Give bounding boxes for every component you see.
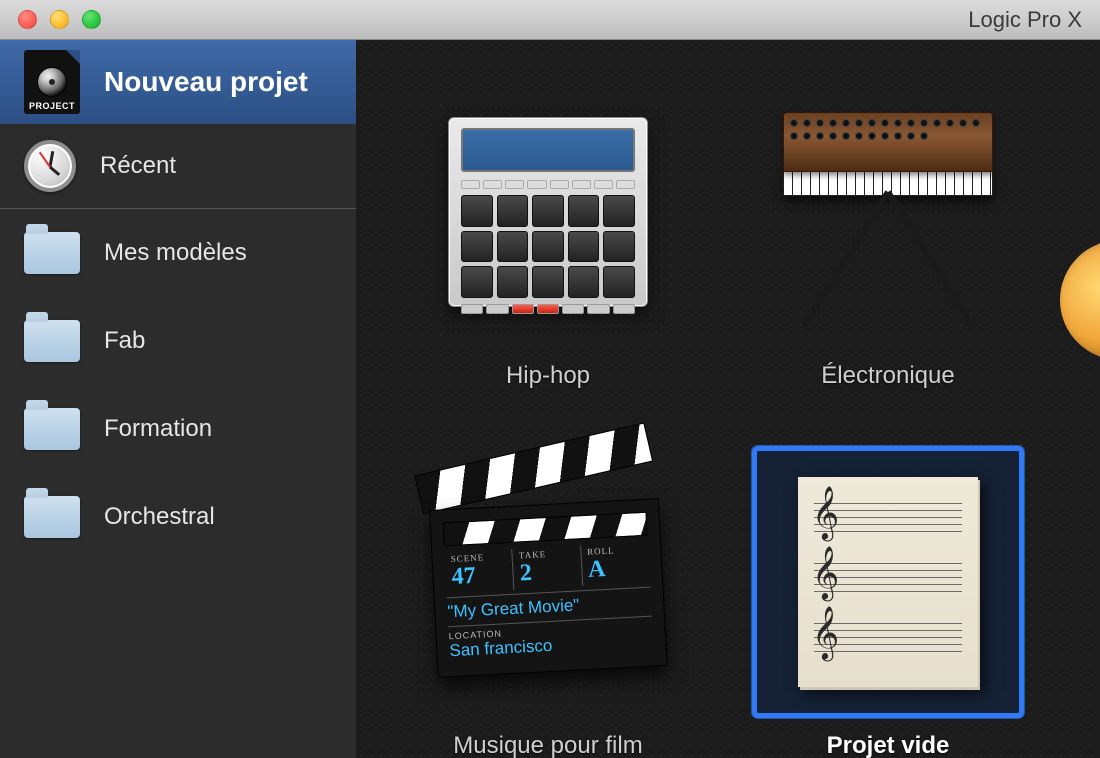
sidebar-folder-fab[interactable]: Fab (0, 297, 356, 385)
sidebar-item-label: Formation (104, 415, 212, 443)
project-badge-label: PROJECT (29, 101, 75, 111)
minimize-window-button[interactable] (50, 10, 69, 29)
window-title: Logic Pro X (968, 0, 1082, 40)
sidebar-folder-formation[interactable]: Formation (0, 385, 356, 473)
zoom-window-button[interactable] (82, 10, 101, 29)
sidebar-folder-my-templates[interactable]: Mes modèles (0, 209, 356, 297)
folder-icon (24, 232, 80, 274)
sidebar-item-recent[interactable]: Récent (0, 124, 356, 208)
clapperboard-icon: SCENE 47 TAKE 2 ROLL A (428, 486, 667, 678)
sheet-music-icon (798, 477, 978, 687)
folder-icon (24, 408, 80, 450)
clap-take-value: 2 (519, 558, 576, 588)
sidebar-item-label: Mes modèles (104, 239, 247, 267)
drum-machine-icon (448, 117, 648, 307)
template-caption: Hip-hop (506, 362, 590, 390)
window-controls (18, 10, 101, 29)
sidebar-item-label: Récent (100, 152, 176, 180)
sidebar-item-label: Orchestral (104, 503, 215, 531)
template-caption: Électronique (821, 362, 954, 390)
clock-icon (24, 140, 76, 192)
sidebar-folder-orchestral[interactable]: Orchestral (0, 473, 356, 561)
folder-icon (24, 496, 80, 538)
sidebar: PROJECT Nouveau projet Récent Mes modèle… (0, 40, 356, 758)
clap-scene-value: 47 (451, 561, 508, 591)
window-titlebar: Logic Pro X (0, 0, 1100, 40)
sidebar-item-label: Nouveau projet (104, 66, 308, 98)
template-grid: Hip-hop (388, 76, 1068, 758)
template-caption: Projet vide (827, 732, 950, 758)
close-window-button[interactable] (18, 10, 37, 29)
template-item-film-music[interactable]: SCENE 47 TAKE 2 ROLL A (388, 446, 708, 758)
synth-icon (773, 112, 1003, 312)
template-item-hiphop[interactable]: Hip-hop (388, 76, 708, 436)
folder-icon (24, 320, 80, 362)
template-panel: Hip-hop (356, 40, 1100, 758)
sidebar-item-new-project[interactable]: PROJECT Nouveau projet (0, 40, 356, 124)
template-caption: Musique pour film (453, 732, 642, 758)
template-item-empty-project[interactable]: Projet vide (728, 446, 1048, 758)
template-item-electronic[interactable]: Électronique (728, 76, 1048, 436)
project-file-icon: PROJECT (24, 50, 80, 114)
clap-roll-value: A (587, 554, 644, 584)
sidebar-item-label: Fab (104, 327, 145, 355)
